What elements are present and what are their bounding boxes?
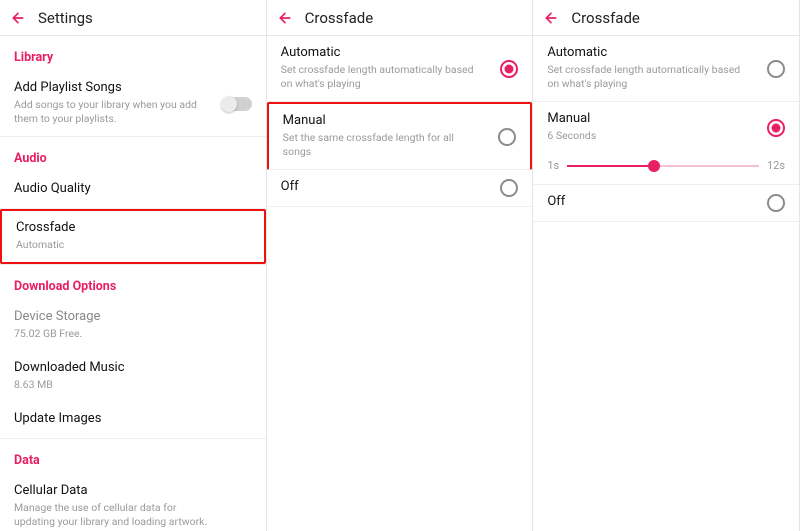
row-sub: 6 Seconds <box>547 129 785 143</box>
row-crossfade-manual[interactable]: Manual 6 Seconds <box>533 102 799 153</box>
row-title: Audio Quality <box>14 181 252 198</box>
crossfade-header: Crossfade <box>267 0 533 36</box>
row-update-images[interactable]: Update Images <box>0 402 266 439</box>
slider-max-label: 12s <box>767 159 785 172</box>
row-title: Automatic <box>547 45 785 62</box>
row-title: Manual <box>283 113 517 130</box>
row-sub: 8.63 MB <box>14 378 252 392</box>
row-title: Manual <box>547 111 785 128</box>
settings-header: Settings <box>0 0 266 36</box>
radio-off[interactable] <box>767 194 785 212</box>
radio-manual[interactable] <box>498 128 516 146</box>
radio-manual[interactable] <box>767 119 785 137</box>
back-arrow-icon[interactable] <box>537 4 565 32</box>
page-title: Settings <box>38 9 93 27</box>
row-title: Update Images <box>14 411 252 428</box>
settings-pane: Settings Library Add Playlist Songs Add … <box>0 0 267 531</box>
crossfade-pane-auto: Crossfade Automatic Set crossfade length… <box>267 0 534 531</box>
settings-content: Library Add Playlist Songs Add songs to … <box>0 36 266 531</box>
section-header-download: Download Options <box>0 265 266 300</box>
section-header-library: Library <box>0 36 266 71</box>
row-title: Cellular Data <box>14 483 252 500</box>
row-cellular-data[interactable]: Cellular Data Manage the use of cellular… <box>0 474 266 531</box>
page-title: Crossfade <box>571 9 640 27</box>
row-title: Off <box>281 179 519 196</box>
row-sub: 75.02 GB Free. <box>14 327 252 341</box>
back-arrow-icon[interactable] <box>271 4 299 32</box>
row-crossfade-off[interactable]: Off <box>267 170 533 207</box>
row-sub: Set crossfade length automatically based… <box>281 63 519 91</box>
row-crossfade[interactable]: Crossfade Automatic <box>0 209 266 264</box>
back-arrow-icon[interactable] <box>4 4 32 32</box>
crossfade-pane-manual: Crossfade Automatic Set crossfade length… <box>533 0 800 531</box>
slider-fill <box>567 165 654 167</box>
row-title: Crossfade <box>16 220 250 237</box>
crossfade-header: Crossfade <box>533 0 799 36</box>
page-title: Crossfade <box>305 9 374 27</box>
row-sub: Set the same crossfade length for all so… <box>283 131 517 159</box>
radio-automatic[interactable] <box>767 60 785 78</box>
row-title: Off <box>547 194 785 211</box>
crossfade-slider[interactable] <box>567 165 759 167</box>
row-crossfade-manual[interactable]: Manual Set the same crossfade length for… <box>267 102 533 170</box>
crossfade-slider-row: 1s 12s <box>533 153 799 184</box>
row-sub: Set crossfade length automatically based… <box>547 63 785 91</box>
slider-thumb[interactable] <box>648 160 660 172</box>
row-sub: Automatic <box>16 238 250 252</box>
radio-automatic[interactable] <box>500 60 518 78</box>
row-downloaded-music[interactable]: Downloaded Music 8.63 MB <box>0 351 266 402</box>
row-title: Automatic <box>281 45 519 62</box>
row-sub: Add songs to your library when you add t… <box>14 98 252 126</box>
section-header-audio: Audio <box>0 137 266 172</box>
row-title: Add Playlist Songs <box>14 80 252 97</box>
slider-min-label: 1s <box>547 159 559 172</box>
row-title: Device Storage <box>14 309 252 326</box>
crossfade-content: Automatic Set crossfade length automatic… <box>533 36 799 531</box>
row-crossfade-off[interactable]: Off <box>533 185 799 222</box>
row-add-playlist-songs[interactable]: Add Playlist Songs Add songs to your lib… <box>0 71 266 137</box>
row-sub: Manage the use of cellular data for upda… <box>14 501 252 529</box>
row-crossfade-automatic[interactable]: Automatic Set crossfade length automatic… <box>533 36 799 102</box>
section-header-data: Data <box>0 439 266 474</box>
row-audio-quality[interactable]: Audio Quality <box>0 172 266 209</box>
row-crossfade-automatic[interactable]: Automatic Set crossfade length automatic… <box>267 36 533 102</box>
row-device-storage[interactable]: Device Storage 75.02 GB Free. <box>0 300 266 351</box>
row-title: Downloaded Music <box>14 360 252 377</box>
toggle-add-playlist[interactable] <box>222 97 252 111</box>
crossfade-content: Automatic Set crossfade length automatic… <box>267 36 533 531</box>
radio-off[interactable] <box>500 179 518 197</box>
